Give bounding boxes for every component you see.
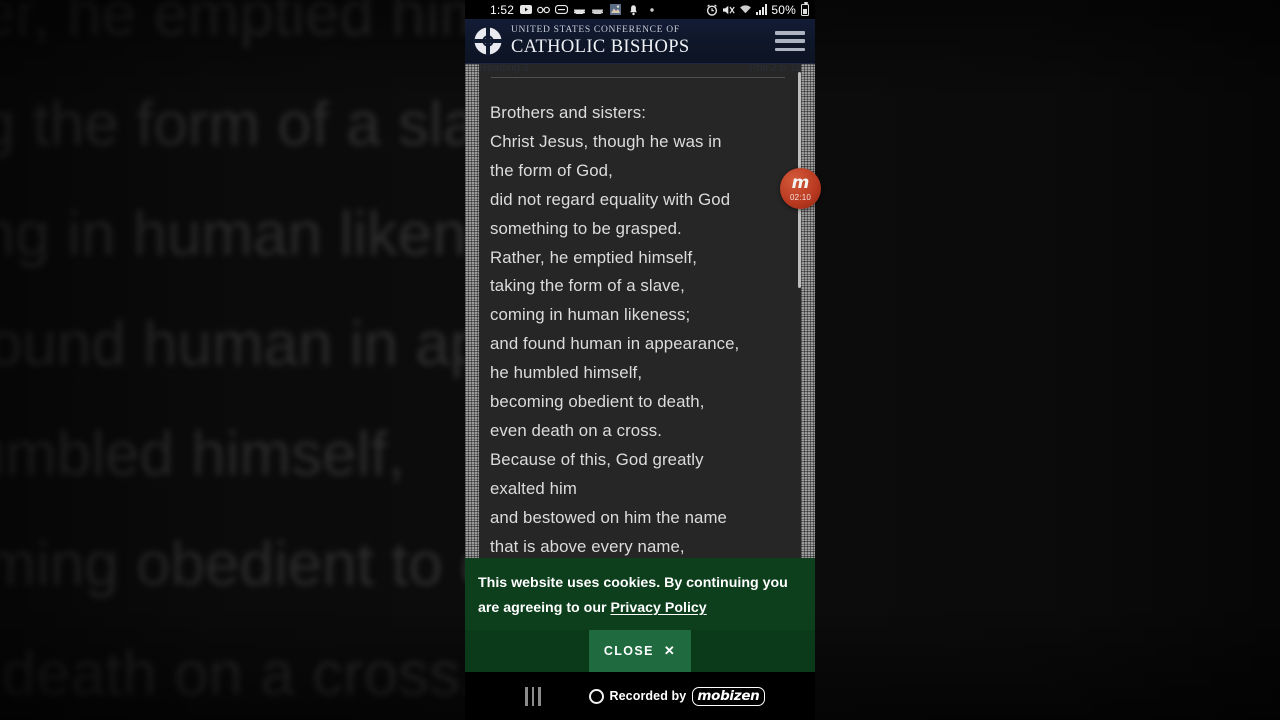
recents-bar-3 — [538, 686, 541, 706]
usccb-brand-text: UNITED STATES CONFERENCE OF CATHOLIC BIS… — [511, 25, 690, 57]
android-navigation-bar: Recorded by mobizen — [465, 672, 815, 720]
wifi-icon — [739, 3, 752, 16]
scripture-line: Brothers and sisters: — [490, 103, 646, 122]
brand-subtitle: UNITED STATES CONFERENCE OF — [511, 25, 680, 35]
scripture-line: coming in human likeness; — [490, 305, 691, 325]
scripture-line: taking the form of a slave, — [490, 276, 685, 296]
food-icon-2 — [591, 3, 604, 16]
battery-icon — [801, 1, 809, 16]
menu-bar-3 — [775, 47, 805, 51]
section-divider — [491, 77, 785, 78]
recording-watermark: Recorded by mobizen — [588, 686, 765, 706]
mute-icon — [722, 3, 736, 16]
phone-screen-recording: 1:52 50% UNITED STATES CONFERENCE OF CAT… — [465, 0, 815, 720]
cookie-actions: CLOSE ✕ — [465, 630, 815, 672]
scripture-line: even death on a cross. — [490, 420, 662, 440]
close-x-icon: ✕ — [663, 643, 677, 658]
dot-icon — [645, 3, 658, 16]
cookie-close-button[interactable]: CLOSE ✕ — [589, 630, 691, 672]
record-circle-icon — [588, 688, 604, 704]
recording-timer: 02:10 — [789, 192, 812, 202]
scripture-line: Rather, he emptied himself, — [490, 247, 697, 267]
vibrate-icon — [627, 3, 640, 16]
menu-bar-2 — [775, 39, 805, 43]
usccb-cross-logo-icon — [473, 26, 503, 56]
scripture-line: something to be grasped. — [490, 218, 682, 238]
reading-meta: Reading 2 Phil 2:6-11 — [479, 64, 801, 74]
voicemail-icon — [537, 3, 551, 16]
scripture-line: and bestowed on him the name — [490, 507, 727, 527]
youtube-icon — [519, 3, 532, 16]
privacy-policy-link[interactable]: Privacy Policy — [610, 600, 706, 616]
status-bar-right: 50% — [705, 1, 809, 17]
status-clock: 1:52 — [490, 2, 515, 17]
signal-icon — [756, 4, 768, 15]
menu-bar-1 — [775, 31, 805, 35]
reading-label: Reading 2 — [479, 64, 530, 74]
recorded-by-label: Recorded by — [609, 689, 687, 703]
usccb-site-header: UNITED STATES CONFERENCE OF CATHOLIC BIS… — [465, 19, 815, 64]
recents-bar-2 — [531, 686, 534, 706]
message-icon — [555, 3, 569, 16]
recents-bars-icon[interactable] — [525, 686, 541, 706]
scripture-line: exalted him — [490, 478, 577, 498]
mobizen-floating-widget[interactable]: m 02:10 — [780, 168, 821, 209]
food-icon — [573, 3, 586, 16]
mobizen-m-icon: m — [791, 172, 810, 193]
scripture-line: and found human in appearance, — [490, 334, 740, 354]
scripture-line: he humbled himself, — [490, 363, 643, 383]
scripture-line: did not regard equality with God — [490, 189, 731, 209]
scripture-line: Christ Jesus, though he was in — [490, 131, 722, 151]
hamburger-menu-icon[interactable] — [775, 29, 805, 53]
status-bar-left: 1:52 — [490, 3, 658, 17]
battery-percent-label: 50% — [771, 2, 796, 17]
cookie-message: This website uses cookies. By continuing… — [465, 558, 815, 630]
recents-bar-1 — [525, 686, 528, 706]
close-button-label: CLOSE — [603, 644, 654, 658]
mobizen-logo: mobizen — [692, 686, 765, 706]
photo-icon — [609, 3, 622, 16]
android-status-bar: 1:52 50% — [465, 0, 815, 19]
reading-citation: Phil 2:6-11 — [749, 64, 801, 74]
scripture-line: Because of this, God greatly — [490, 449, 704, 469]
scripture-text: Brothers and sisters: Christ Jesus, thou… — [490, 99, 793, 562]
screen-root: Rather, he emptied himself, taking the f… — [0, 0, 1280, 720]
scripture-line: the form of God, — [490, 160, 613, 180]
scripture-line: becoming obedient to death, — [490, 392, 705, 412]
cookie-consent-banner: This website uses cookies. By continuing… — [465, 558, 815, 672]
alarm-icon — [705, 3, 718, 16]
brand-title: CATHOLIC BISHOPS — [511, 36, 690, 57]
